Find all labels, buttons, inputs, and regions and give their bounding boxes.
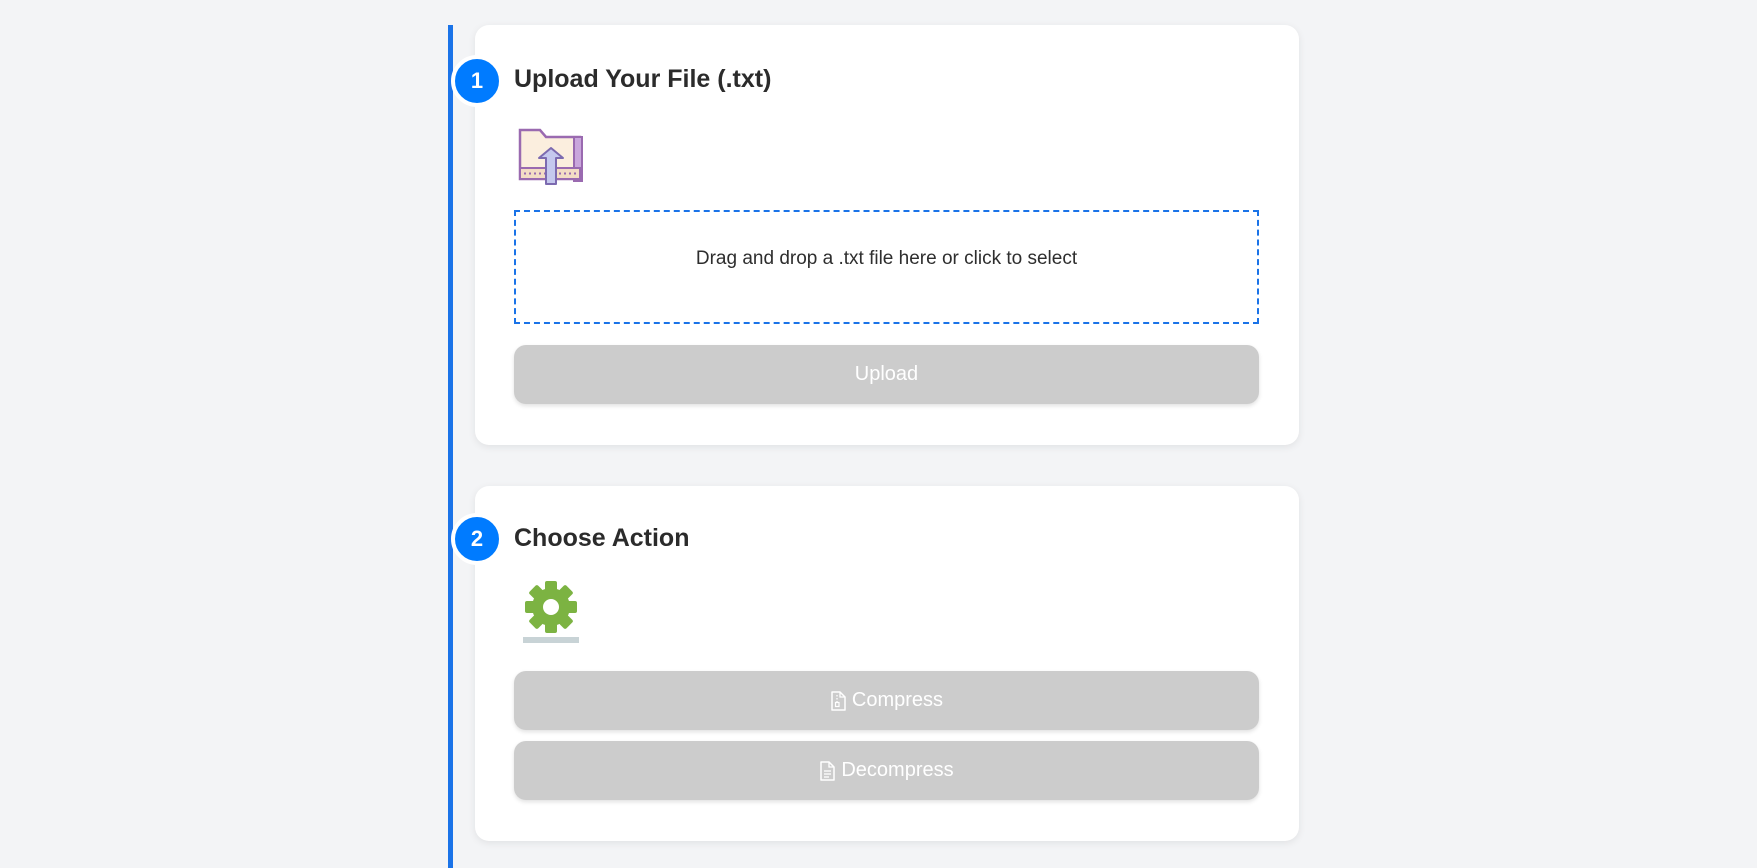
decompress-button[interactable]: Decompress: [514, 741, 1259, 800]
step-1-badge: 1: [451, 55, 503, 107]
gear-icon: [514, 575, 588, 649]
dropzone-text: Drag and drop a .txt file here or click …: [695, 248, 1078, 269]
upload-button[interactable]: Upload: [514, 345, 1259, 404]
action-card: 2 Choose Action Compress Decompress: [451, 486, 1299, 841]
step-2-badge: 2: [451, 513, 503, 565]
upload-button-label: Upload: [854, 363, 919, 385]
decompress-button-label: Decompress: [841, 759, 954, 781]
timeline-line: [448, 25, 453, 868]
folder-upload-icon: [514, 118, 588, 192]
compress-button-label: Compress: [851, 689, 944, 711]
file-text-icon: [819, 760, 836, 781]
step-1-title: Upload Your File (.txt): [514, 65, 772, 93]
step-2-title: Choose Action: [514, 524, 690, 552]
compress-button[interactable]: Compress: [514, 671, 1259, 730]
upload-card: 1 Upload Your File (.txt) Drag and drop …: [451, 25, 1299, 445]
file-dropzone[interactable]: Drag and drop a .txt file here or click …: [514, 210, 1259, 324]
file-zip-icon: [830, 690, 846, 711]
